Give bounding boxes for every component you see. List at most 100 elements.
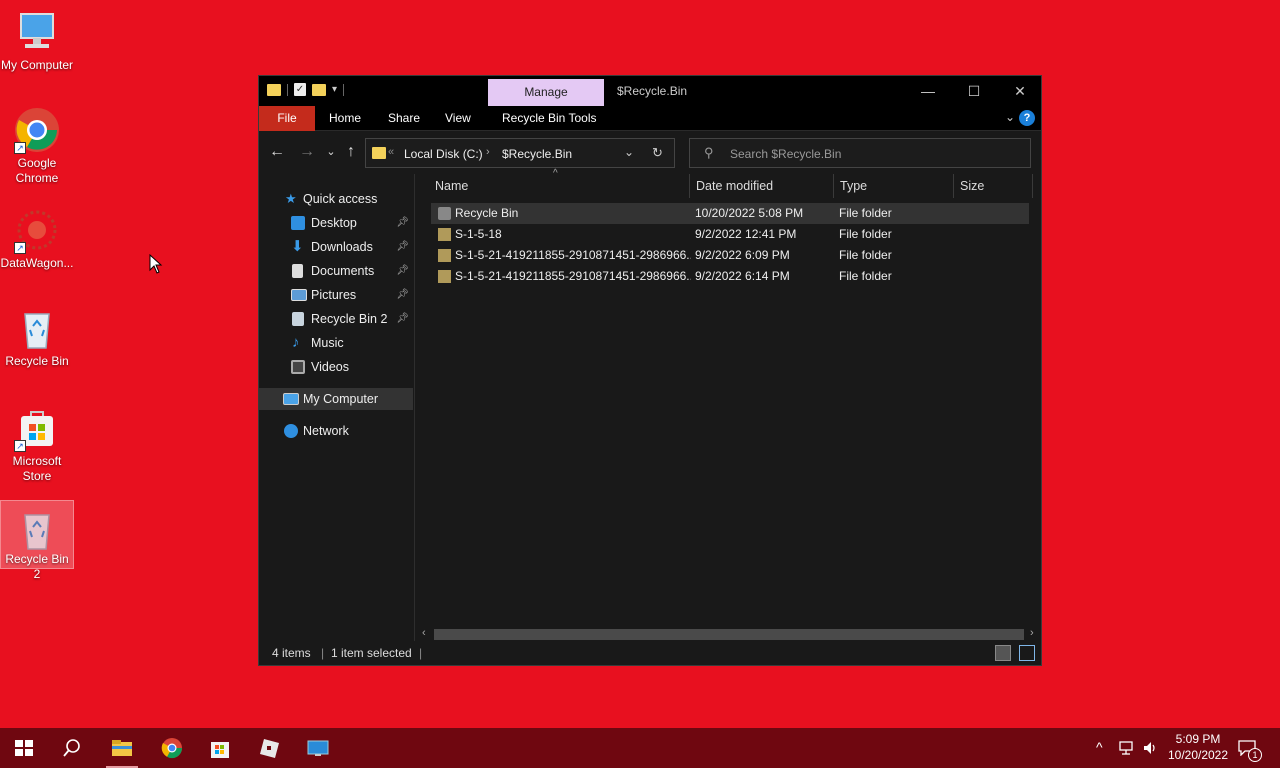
- column-divider[interactable]: [833, 174, 834, 198]
- desktop-icon-label: My Computer: [0, 58, 74, 72]
- table-row[interactable]: S-1-5-21-419211855-2910871451-2986966...…: [431, 245, 1029, 266]
- address-bar[interactable]: « Local Disk (C:) › $Recycle.Bin ⌄ ↻: [365, 138, 675, 168]
- table-row[interactable]: Recycle Bin 10/20/2022 5:08 PM File fold…: [431, 203, 1029, 224]
- search-box[interactable]: ⚲ Search $Recycle.Bin: [689, 138, 1031, 168]
- taskbar-chrome[interactable]: [148, 728, 196, 768]
- table-row[interactable]: S-1-5-18 9/2/2022 12:41 PM File folder: [431, 224, 1029, 245]
- tab-manage[interactable]: Manage: [488, 79, 604, 106]
- scrollbar-thumb[interactable]: [434, 629, 1024, 640]
- taskbar-remote-desktop[interactable]: [294, 728, 342, 768]
- navigation-bar: ← → ⌄ ↑ « Local Disk (C:) › $Recycle.Bin…: [259, 131, 1041, 173]
- back-arrow-icon[interactable]: ←: [267, 143, 287, 161]
- desktop-icon-google-chrome[interactable]: ↗ Google Chrome: [0, 106, 74, 186]
- file-date: 9/2/2022 6:14 PM: [695, 269, 790, 283]
- column-divider[interactable]: [1032, 174, 1033, 198]
- folder-icon: [438, 228, 451, 241]
- music-note-icon: ♪: [292, 334, 300, 351]
- scroll-right-icon[interactable]: ›: [1030, 627, 1034, 639]
- pin-icon: 📌︎: [396, 217, 409, 228]
- desktop-icon-label: DataWagon...: [0, 256, 74, 270]
- sidebar-item-quick-access[interactable]: ★ Quick access: [259, 188, 413, 210]
- close-button[interactable]: ✕: [997, 76, 1043, 106]
- pin-icon: 📌︎: [396, 265, 409, 276]
- desktop-icon-recycle-bin[interactable]: Recycle Bin: [0, 304, 74, 369]
- table-row[interactable]: S-1-5-21-419211855-2910871451-2986966...…: [431, 266, 1029, 287]
- desktop-icon-recycle-bin-2[interactable]: Recycle Bin 2: [0, 500, 74, 581]
- desktop-icon-datawagon[interactable]: ↗ DataWagon...: [0, 206, 74, 271]
- recycle-bin-icon: [13, 304, 61, 352]
- taskbar-microsoft-store[interactable]: [196, 728, 244, 768]
- taskbar: ^ 5:09 PM 10/20/2022 1: [0, 728, 1280, 768]
- column-header-type[interactable]: Type: [840, 174, 867, 198]
- details-view-icon[interactable]: [995, 645, 1011, 661]
- ribbon-tabs: File Home Share View Recycle Bin Tools ⌄…: [259, 106, 1041, 131]
- large-icons-view-icon[interactable]: [1019, 645, 1035, 661]
- column-divider[interactable]: [689, 174, 690, 198]
- refresh-icon[interactable]: ↻: [652, 145, 663, 161]
- desktop-icon-label: Recycle Bin 2: [5, 552, 69, 581]
- column-header-date-modified[interactable]: Date modified: [696, 174, 773, 198]
- breadcrumb-overflow-icon[interactable]: «: [388, 146, 394, 158]
- file-name: S-1-5-21-419211855-2910871451-2986966...: [455, 248, 691, 262]
- tab-file[interactable]: File: [259, 106, 315, 131]
- breadcrumb-recycle-bin[interactable]: $Recycle.Bin: [502, 147, 572, 161]
- desktop-icon-label: Google Chrome: [15, 156, 59, 185]
- tab-share[interactable]: Share: [388, 106, 420, 131]
- column-header-size[interactable]: Size: [960, 174, 984, 198]
- clock[interactable]: 5:09 PM 10/20/2022: [1160, 731, 1236, 763]
- folder-icon: [267, 83, 281, 96]
- separator: [343, 83, 345, 96]
- minimize-button[interactable]: —: [905, 76, 951, 106]
- sidebar-item-documents[interactable]: Documents 📌︎: [259, 260, 413, 282]
- search-icon: ⚲: [704, 145, 714, 160]
- clock-time: 5:09 PM: [1175, 732, 1221, 746]
- customize-qat-icon[interactable]: ▾: [332, 84, 337, 95]
- show-hidden-icons-chevron-icon[interactable]: ^: [1096, 739, 1103, 768]
- sidebar-item-recycle-bin-2[interactable]: Recycle Bin 2 📌︎: [259, 308, 413, 330]
- start-button[interactable]: [0, 728, 48, 768]
- sidebar-item-my-computer[interactable]: My Computer: [259, 388, 413, 410]
- datawagon-icon: ↗: [13, 206, 61, 254]
- up-arrow-icon[interactable]: ↑: [341, 143, 361, 161]
- column-divider[interactable]: [953, 174, 954, 198]
- mouse-cursor-icon: [149, 253, 163, 277]
- column-header-name[interactable]: Name: [435, 174, 468, 198]
- desktop-icon-label: Recycle Bin: [5, 354, 69, 368]
- search-icon: [63, 739, 80, 757]
- sidebar-item-music[interactable]: ♪ Music: [259, 332, 413, 354]
- sort-ascending-icon: ^: [553, 168, 558, 179]
- network-icon: [284, 424, 298, 438]
- search-button[interactable]: [48, 728, 96, 768]
- sidebar-item-downloads[interactable]: ⬇ Downloads 📌︎: [259, 236, 413, 258]
- pin-icon: 📌︎: [396, 313, 409, 324]
- sidebar-item-network[interactable]: Network: [259, 420, 413, 442]
- chrome-icon: [161, 738, 183, 759]
- tab-home[interactable]: Home: [329, 106, 361, 131]
- expand-ribbon-icon[interactable]: ⌄: [1005, 110, 1015, 124]
- properties-icon[interactable]: ✓: [294, 83, 306, 96]
- new-folder-icon[interactable]: [312, 83, 326, 96]
- address-dropdown-icon[interactable]: ⌄: [624, 145, 634, 159]
- desktop-icon-my-computer[interactable]: My Computer: [0, 8, 74, 73]
- help-icon[interactable]: ?: [1019, 110, 1035, 126]
- sidebar-item-videos[interactable]: Videos: [259, 356, 413, 378]
- volume-icon[interactable]: [1142, 740, 1158, 768]
- sidebar-item-label: Videos: [311, 360, 349, 374]
- taskbar-file-explorer[interactable]: [98, 728, 146, 768]
- breadcrumb-local-disk[interactable]: Local Disk (C:): [404, 147, 483, 161]
- tab-view[interactable]: View: [445, 106, 471, 131]
- desktop-icon-label: Microsoft Store: [12, 454, 62, 483]
- sidebar-item-label: Pictures: [311, 288, 357, 302]
- sidebar-item-desktop[interactable]: Desktop 📌︎: [259, 212, 413, 234]
- taskbar-roblox[interactable]: [245, 728, 293, 768]
- network-status-icon[interactable]: [1118, 740, 1134, 768]
- scroll-left-icon[interactable]: ‹: [422, 627, 426, 639]
- tab-recycle-bin-tools[interactable]: Recycle Bin Tools: [502, 106, 597, 131]
- maximize-button[interactable]: ☐: [951, 76, 997, 106]
- sidebar-item-pictures[interactable]: Pictures 📌︎: [259, 284, 413, 306]
- forward-arrow-icon[interactable]: →: [297, 143, 317, 161]
- title-bar: ✓ ▾ Manage $Recycle.Bin — ☐ ✕: [259, 76, 1041, 106]
- recent-locations-chevron-icon[interactable]: ⌄: [321, 145, 341, 158]
- sidebar-item-label: My Computer: [303, 392, 379, 406]
- desktop-icon-microsoft-store[interactable]: ↗ Microsoft Store: [0, 404, 74, 484]
